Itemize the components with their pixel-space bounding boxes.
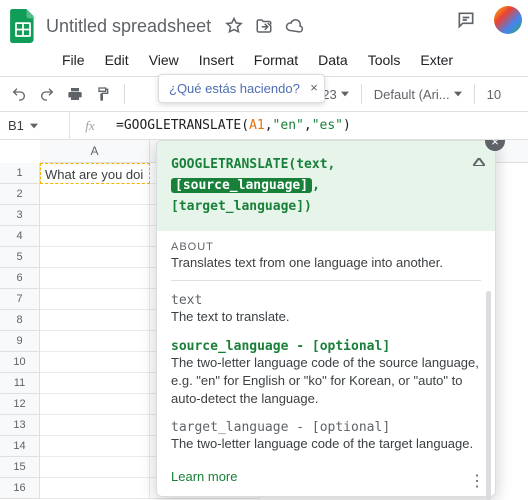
param-text-desc: The text to translate. [171,308,481,326]
row-header[interactable]: 8 [0,310,40,331]
move-icon[interactable] [255,17,273,35]
cell[interactable] [40,247,150,268]
row-header[interactable]: 1 [0,163,40,184]
formula-preview-text: ¿Qué estás haciendo? [169,81,300,96]
menu-tools[interactable]: Tools [360,50,409,70]
menu-file[interactable]: File [54,50,93,70]
cell[interactable]: What are you doi [40,163,150,184]
scrollbar[interactable] [486,291,491,500]
comments-icon[interactable] [452,6,480,34]
toolbar: ¿Qué estás haciendo? × .00 123 Default (… [0,76,528,112]
row-header[interactable]: 4 [0,226,40,247]
doc-title[interactable]: Untitled spreadsheet [46,16,211,37]
cell[interactable] [40,436,150,457]
sheets-logo[interactable] [8,6,38,46]
param-text-name: text [171,293,481,308]
row-header[interactable]: 11 [0,373,40,394]
close-icon[interactable]: × [310,80,318,95]
row-header[interactable]: 10 [0,352,40,373]
row-header[interactable]: 12 [0,394,40,415]
param-target-desc: The two-letter language code of the targ… [171,435,481,453]
more-icon[interactable]: ⋮ [469,474,485,490]
menu-extensions[interactable]: Exter [412,50,461,70]
cloud-icon[interactable] [285,17,303,35]
cell[interactable] [40,352,150,373]
cell[interactable] [40,310,150,331]
function-signature: GOOGLETRANSLATE(text, [source_language],… [157,141,495,231]
formula-preview-bubble: ¿Qué estás haciendo? × [158,74,325,103]
row-header[interactable]: 9 [0,331,40,352]
cell[interactable] [40,205,150,226]
row-header[interactable]: 15 [0,457,40,478]
row-header[interactable]: 3 [0,205,40,226]
menubar: File Edit View Insert Format Data Tools … [0,46,528,76]
col-header-a[interactable]: A [40,140,150,162]
menu-view[interactable]: View [141,50,187,70]
param-target-name: target_language - [optional] [171,420,481,435]
learn-more-link[interactable]: Learn more [171,469,237,484]
param-source-name: source_language - [optional] [171,339,481,354]
row-header[interactable]: 13 [0,415,40,436]
row-header[interactable]: 5 [0,247,40,268]
font-family-select[interactable]: Default (Ari... [374,87,462,102]
chevron-down-icon [341,91,349,97]
menu-data[interactable]: Data [310,50,356,70]
cell[interactable] [40,331,150,352]
cell[interactable] [40,415,150,436]
row-header[interactable]: 7 [0,289,40,310]
name-box[interactable]: B1 [0,112,70,139]
paint-format-icon[interactable] [94,85,112,103]
redo-icon[interactable] [38,85,56,103]
undo-icon[interactable] [10,85,28,103]
account-avatar[interactable] [494,6,522,34]
function-help-popover: × GOOGLETRANSLATE(text, [source_language… [156,140,496,497]
row-header[interactable]: 6 [0,268,40,289]
cell[interactable] [40,184,150,205]
about-text: Translates text from one language into a… [171,255,481,270]
print-icon[interactable] [66,85,84,103]
cell[interactable] [40,457,150,478]
chevron-down-icon [30,123,38,129]
cell[interactable] [40,394,150,415]
chevron-down-icon [454,91,462,97]
menu-edit[interactable]: Edit [97,50,137,70]
about-label: ABOUT [171,241,481,253]
param-source-desc: The two-letter language code of the sour… [171,354,481,409]
cell[interactable] [40,289,150,310]
row-header[interactable]: 2 [0,184,40,205]
font-size[interactable]: 10 [487,87,501,102]
row-header[interactable]: 16 [0,478,40,499]
row-header[interactable]: 14 [0,436,40,457]
formula-bar[interactable]: =GOOGLETRANSLATE(A1,"en","es") [110,112,528,139]
cell[interactable] [40,478,150,499]
cell[interactable] [40,226,150,247]
star-icon[interactable] [225,17,243,35]
fx-icon: fx [70,118,110,134]
menu-format[interactable]: Format [246,50,306,70]
menu-insert[interactable]: Insert [191,50,242,70]
cell[interactable] [40,268,150,289]
chevron-up-icon[interactable] [473,153,485,174]
cell[interactable] [40,373,150,394]
